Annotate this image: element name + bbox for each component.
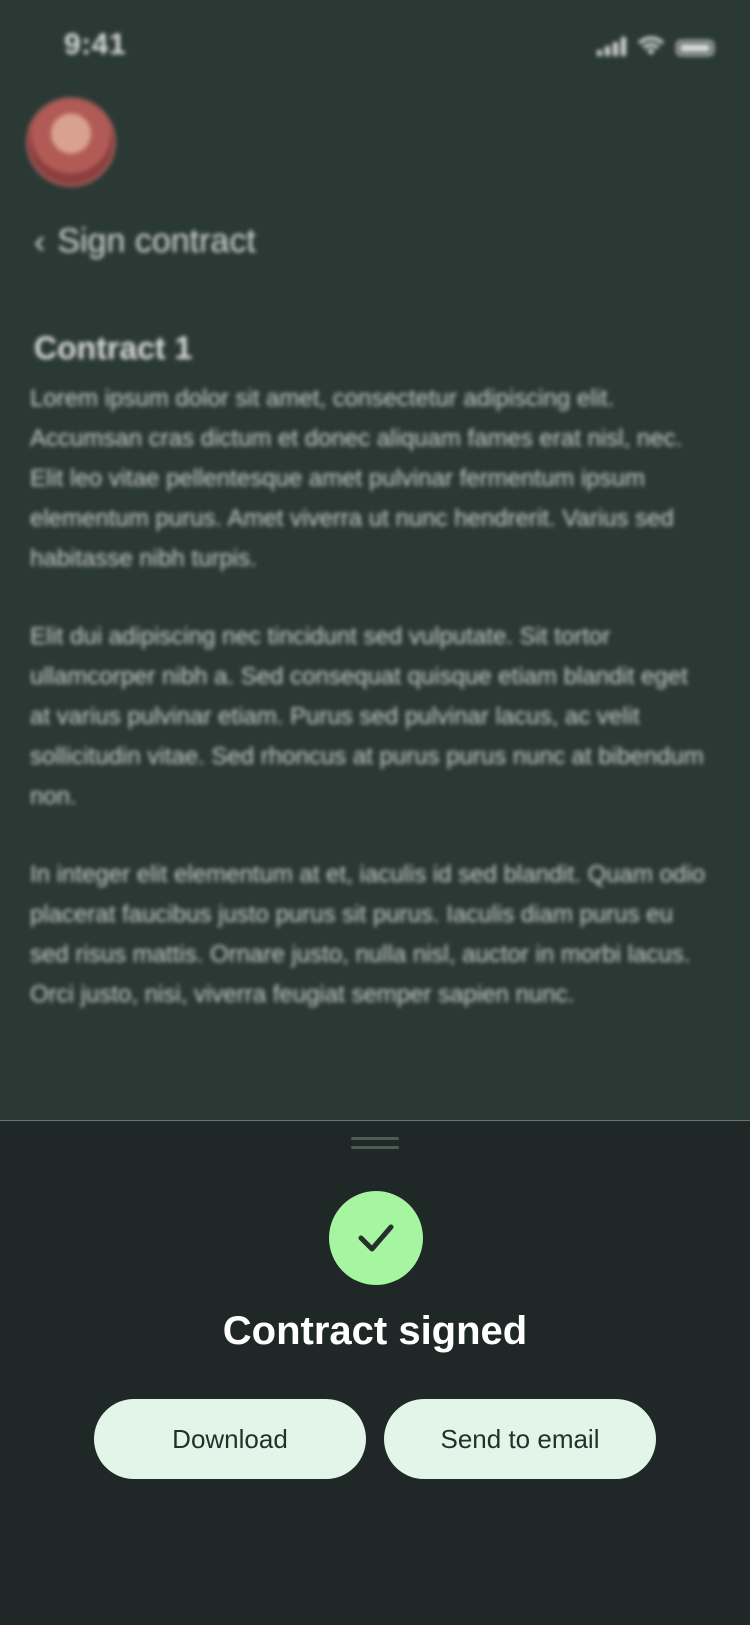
wifi-icon: [638, 36, 664, 55]
battery-icon: [676, 40, 714, 56]
status-time: 9:41: [64, 28, 127, 61]
background-screen: 9:41 ‹ Sign contract Contract 1 Lorem ip…: [0, 0, 750, 1120]
document-title: Contract 1: [34, 330, 193, 366]
document-paragraph: Elit dui adipiscing nec tincidunt sed vu…: [30, 623, 704, 810]
document-paragraph: Lorem ipsum dolor sit amet, consectetur …: [30, 385, 683, 572]
download-button[interactable]: Download: [94, 1399, 366, 1479]
avatar[interactable]: [29, 100, 113, 184]
document-paragraph: In integer elit elementum at et, iaculis…: [30, 861, 706, 1008]
success-badge: [329, 1191, 423, 1285]
sheet-grabber[interactable]: [351, 1137, 399, 1149]
bottom-sheet: Contract signed Download Send to email: [0, 1120, 750, 1625]
contract-document: Contract 1 Lorem ipsum dolor sit amet, c…: [30, 330, 710, 1053]
chevron-left-icon[interactable]: ‹: [34, 225, 45, 259]
signal-icon: [597, 36, 626, 56]
page-title: Sign contract: [57, 222, 256, 260]
sheet-title: Contract signed: [222, 1309, 528, 1353]
status-icons: [597, 34, 714, 56]
check-icon: [358, 1224, 394, 1252]
status-bar: 9:41: [0, 0, 750, 90]
send-to-email-button[interactable]: Send to email: [384, 1399, 656, 1479]
back-nav[interactable]: ‹ Sign contract: [34, 222, 256, 261]
